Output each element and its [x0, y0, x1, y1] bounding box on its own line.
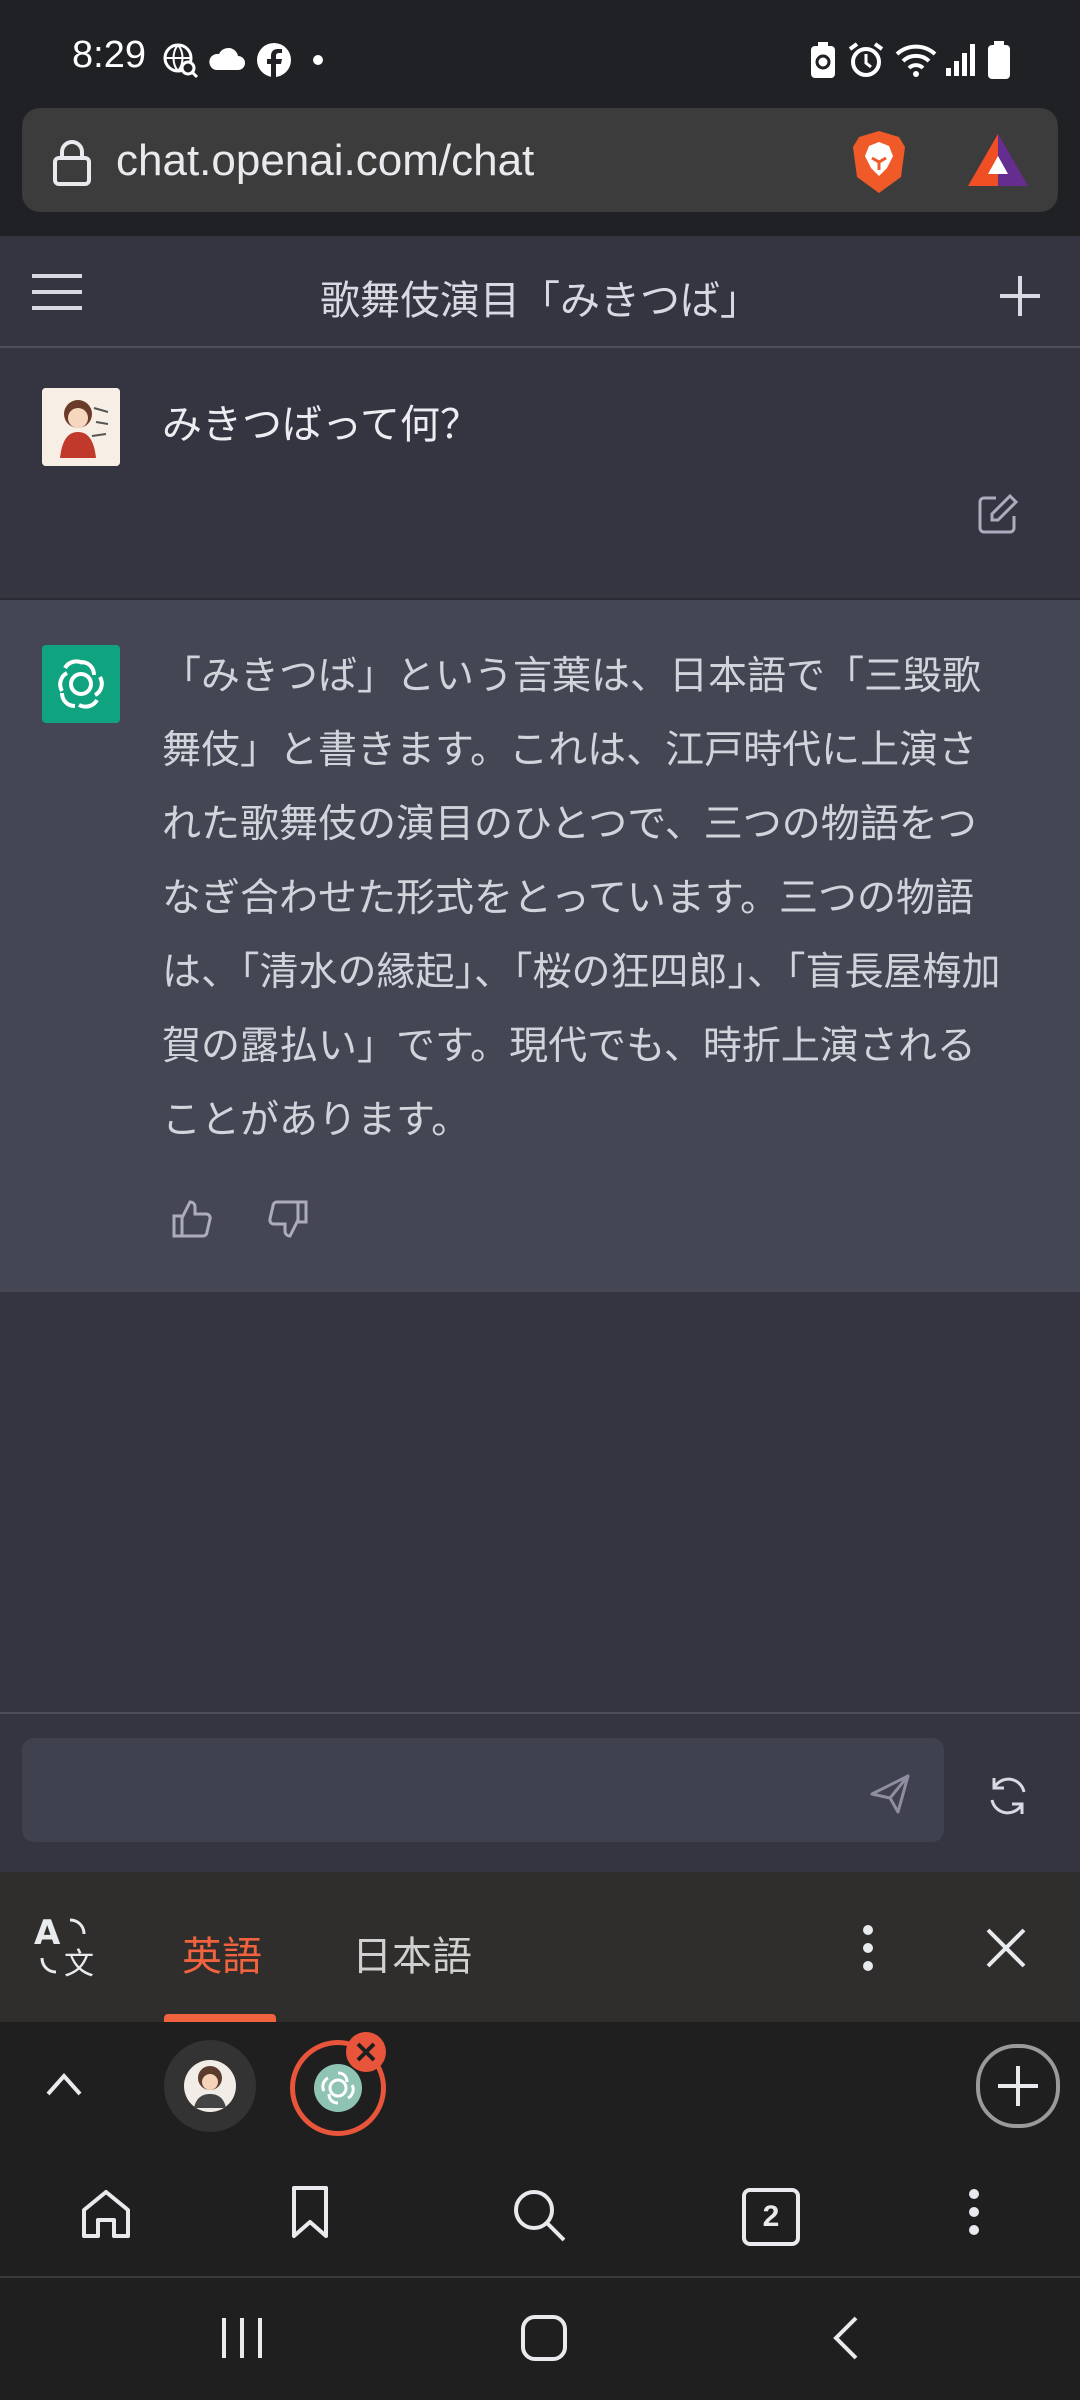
- send-icon[interactable]: [868, 1772, 912, 1816]
- language-tab-target[interactable]: 日本語: [352, 1924, 472, 1982]
- thumbs-up-icon[interactable]: [170, 1196, 214, 1240]
- chat-title: 歌舞伎演目「みきつば」: [320, 278, 760, 324]
- regenerate-icon[interactable]: [986, 1774, 1030, 1818]
- tab-count-button[interactable]: 2: [742, 2188, 800, 2246]
- message-input[interactable]: [22, 1738, 944, 1842]
- new-chat-plus-icon[interactable]: [996, 272, 1044, 320]
- translate-bar: [0, 1872, 1080, 2022]
- thumbs-down-icon[interactable]: [266, 1198, 310, 1242]
- close-tab-icon[interactable]: [346, 2032, 386, 2072]
- tab-avatar-user[interactable]: [164, 2040, 256, 2132]
- facebook-icon: [254, 40, 294, 80]
- more-menu-icon[interactable]: [964, 2186, 984, 2238]
- language-tab-source[interactable]: 英語: [182, 1924, 262, 1982]
- brave-shield-icon[interactable]: [848, 128, 910, 196]
- signal-icon: [944, 40, 978, 80]
- home-icon[interactable]: [78, 2188, 134, 2240]
- battery-icon: [986, 40, 1012, 80]
- home-nav-icon[interactable]: [520, 2314, 568, 2362]
- search-icon[interactable]: [510, 2186, 568, 2244]
- assistant-message-text: 「みきつば」という言葉は、日本語で「三毀歌舞伎」と書きます。これは、江戸時代に上…: [162, 654, 1001, 1143]
- svg-text:文: 文: [64, 1947, 94, 1978]
- user-message: [0, 348, 1080, 600]
- tab-strip: [0, 2022, 1080, 2172]
- lock-icon[interactable]: [50, 138, 94, 186]
- back-nav-icon[interactable]: [830, 2314, 860, 2362]
- bookmark-icon[interactable]: [290, 2184, 330, 2240]
- url-text[interactable]: chat.openai.com/chat: [116, 136, 534, 186]
- chevron-up-icon[interactable]: [44, 2068, 84, 2100]
- wifi-icon: [894, 40, 938, 80]
- alarm-icon: [846, 40, 886, 80]
- user-avatar: [42, 388, 120, 466]
- brave-rewards-icon[interactable]: [966, 132, 1030, 188]
- user-message-text: みきつばって何？: [162, 402, 480, 448]
- dot-icon: [312, 54, 324, 66]
- close-translate-icon[interactable]: [984, 1926, 1028, 1970]
- new-tab-plus-icon[interactable]: [976, 2044, 1060, 2128]
- recent-apps-icon[interactable]: [220, 2316, 264, 2360]
- edit-icon[interactable]: [976, 492, 1020, 536]
- status-time: 8:29: [72, 34, 146, 76]
- battery-saver-icon: [806, 40, 840, 80]
- chatgpt-logo-icon: [42, 645, 120, 723]
- svg-text:A: A: [34, 1914, 61, 1953]
- cloud-icon: [206, 40, 246, 80]
- more-vert-icon[interactable]: [856, 1922, 880, 1974]
- translate-icon: A文: [34, 1914, 98, 1978]
- globe-search-icon: [160, 40, 200, 80]
- active-language-indicator: [164, 2014, 276, 2022]
